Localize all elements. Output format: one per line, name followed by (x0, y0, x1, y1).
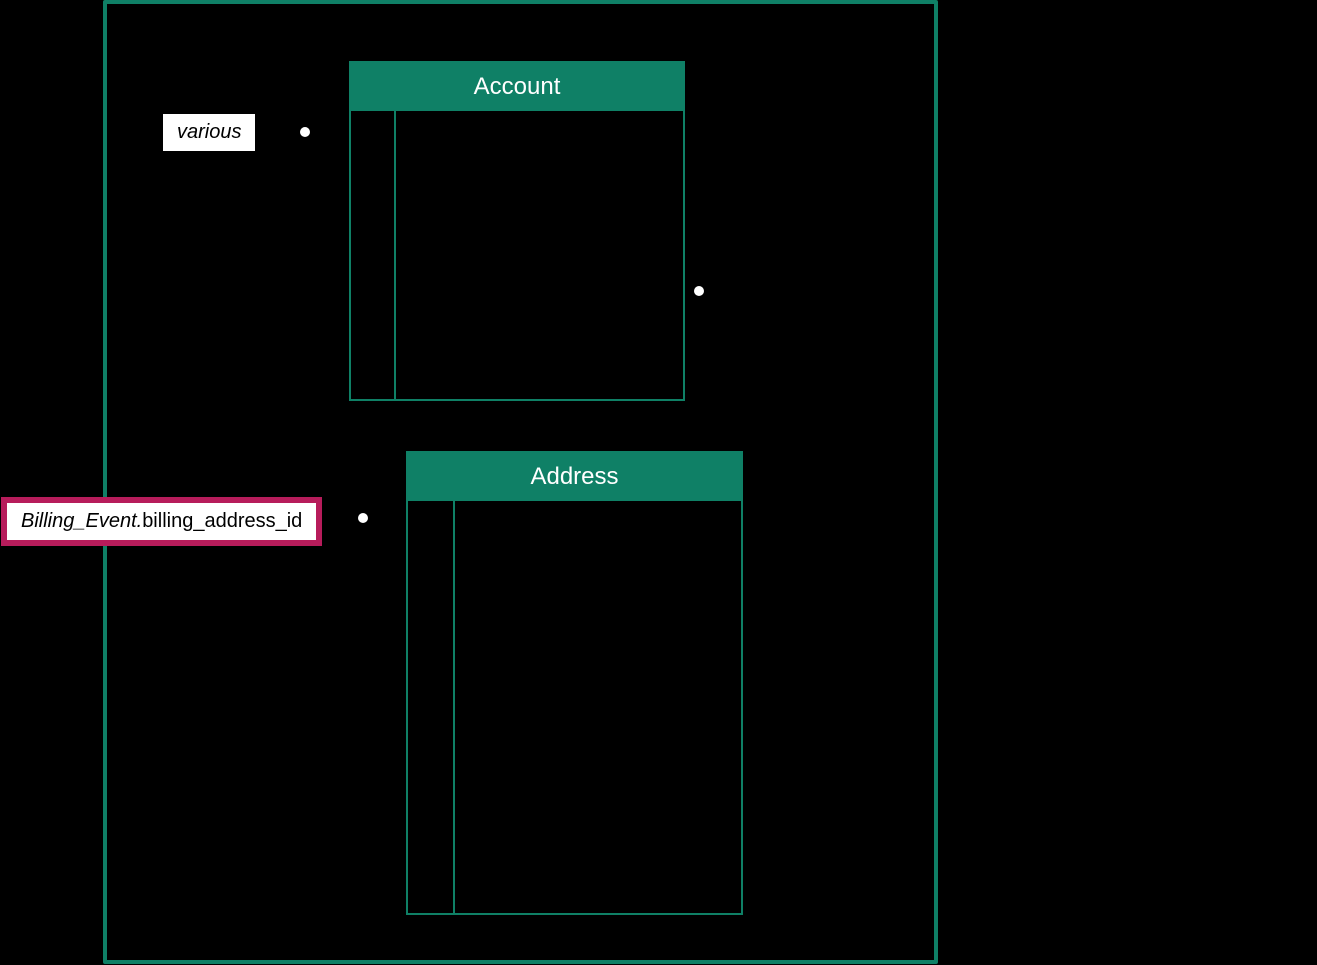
entity-account: Account (349, 61, 685, 401)
relation-label-billing-column: billing_address_id (142, 510, 302, 532)
entity-address: Address (406, 451, 743, 915)
connector-dot-icon (358, 513, 368, 523)
connector-dot-icon (694, 286, 704, 296)
entity-address-key-column (408, 501, 455, 913)
entity-address-body (408, 501, 741, 913)
entity-account-fields-column (396, 111, 683, 399)
connector-dot-icon (300, 127, 310, 137)
entity-account-title: Account (351, 63, 683, 111)
entity-address-title: Address (408, 453, 741, 501)
entity-account-key-column (351, 111, 396, 399)
relation-label-billing-event: Billing_Event.billing_address_id (1, 497, 322, 546)
entity-account-body (351, 111, 683, 399)
relation-label-billing-table: Billing_Event. (21, 510, 142, 532)
relation-label-various: various (163, 114, 255, 151)
entity-address-fields-column (455, 501, 741, 913)
